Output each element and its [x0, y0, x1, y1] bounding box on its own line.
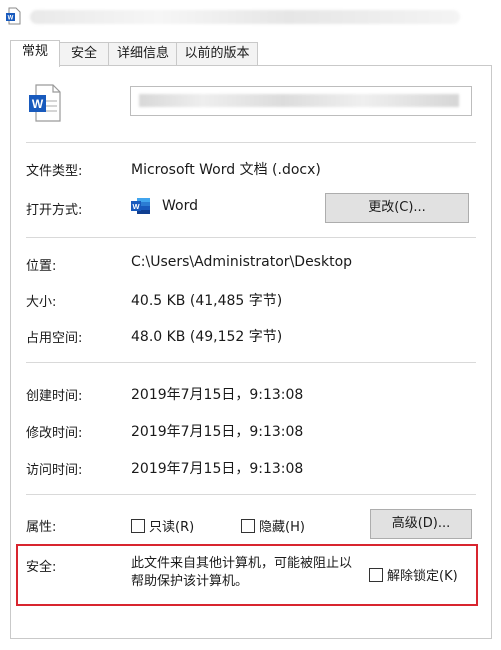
security-label: 安全: — [26, 560, 57, 575]
divider — [26, 494, 476, 495]
divider — [26, 142, 476, 143]
readonly-label: 只读(R) — [149, 520, 195, 535]
size-label: 大小: — [26, 295, 57, 310]
tab-previous-versions[interactable]: 以前的版本 — [176, 42, 258, 65]
open-with-value: Word — [162, 198, 198, 214]
created-label: 创建时间: — [26, 389, 83, 404]
security-message: 此文件来自其他计算机，可能被阻止以帮助保护该计算机。 — [131, 556, 353, 589]
size-on-disk-label: 占用空间: — [26, 331, 83, 346]
properties-window: W 常规 安全 详细信息 以前的版本 W 文件类型: Microsoft Wor… — [0, 0, 501, 650]
divider — [26, 362, 476, 363]
location-value: C:\Users\Administrator\Desktop — [131, 254, 353, 270]
size-on-disk-value: 48.0 KB (49,152 字节) — [131, 329, 283, 345]
divider — [26, 237, 476, 238]
file-name-redacted — [139, 94, 459, 107]
svg-text:W: W — [8, 16, 14, 22]
svg-text:W: W — [132, 202, 140, 211]
file-name-input[interactable] — [130, 86, 472, 116]
tab-general[interactable]: 常规 — [10, 40, 60, 67]
accessed-value: 2019年7月15日，9:13:08 — [131, 461, 304, 477]
window-title-redacted — [30, 10, 460, 24]
title-bar: W — [0, 0, 501, 34]
accessed-label: 访问时间: — [26, 463, 83, 478]
modified-value: 2019年7月15日，9:13:08 — [131, 424, 304, 440]
tab-security[interactable]: 安全 — [58, 42, 110, 65]
word-document-icon: W — [6, 7, 21, 25]
readonly-checkbox[interactable]: 只读(R) — [131, 516, 194, 535]
modified-label: 修改时间: — [26, 426, 83, 441]
file-type-label: 文件类型: — [26, 164, 83, 179]
word-app-icon: W — [131, 198, 150, 214]
location-label: 位置: — [26, 259, 57, 274]
file-type-value: Microsoft Word 文档 (.docx) — [131, 162, 321, 178]
unblock-label: 解除锁定(K) — [387, 569, 458, 584]
size-value: 40.5 KB (41,485 字节) — [131, 293, 283, 309]
hidden-label: 隐藏(H) — [259, 520, 305, 535]
svg-text:W: W — [32, 97, 44, 111]
hidden-checkbox[interactable]: 隐藏(H) — [241, 516, 305, 535]
checkbox-box[interactable] — [131, 519, 145, 533]
checkbox-box[interactable] — [241, 519, 255, 533]
created-value: 2019年7月15日，9:13:08 — [131, 387, 304, 403]
advanced-button[interactable]: 高级(D)... — [370, 509, 472, 539]
unblock-checkbox[interactable]: 解除锁定(K) — [369, 565, 458, 584]
change-button[interactable]: 更改(C)... — [325, 193, 469, 223]
tab-details[interactable]: 详细信息 — [108, 42, 178, 65]
open-with-label: 打开方式: — [26, 203, 83, 218]
word-document-icon: W — [29, 84, 61, 122]
checkbox-box[interactable] — [369, 568, 383, 582]
attributes-label: 属性: — [26, 520, 57, 535]
